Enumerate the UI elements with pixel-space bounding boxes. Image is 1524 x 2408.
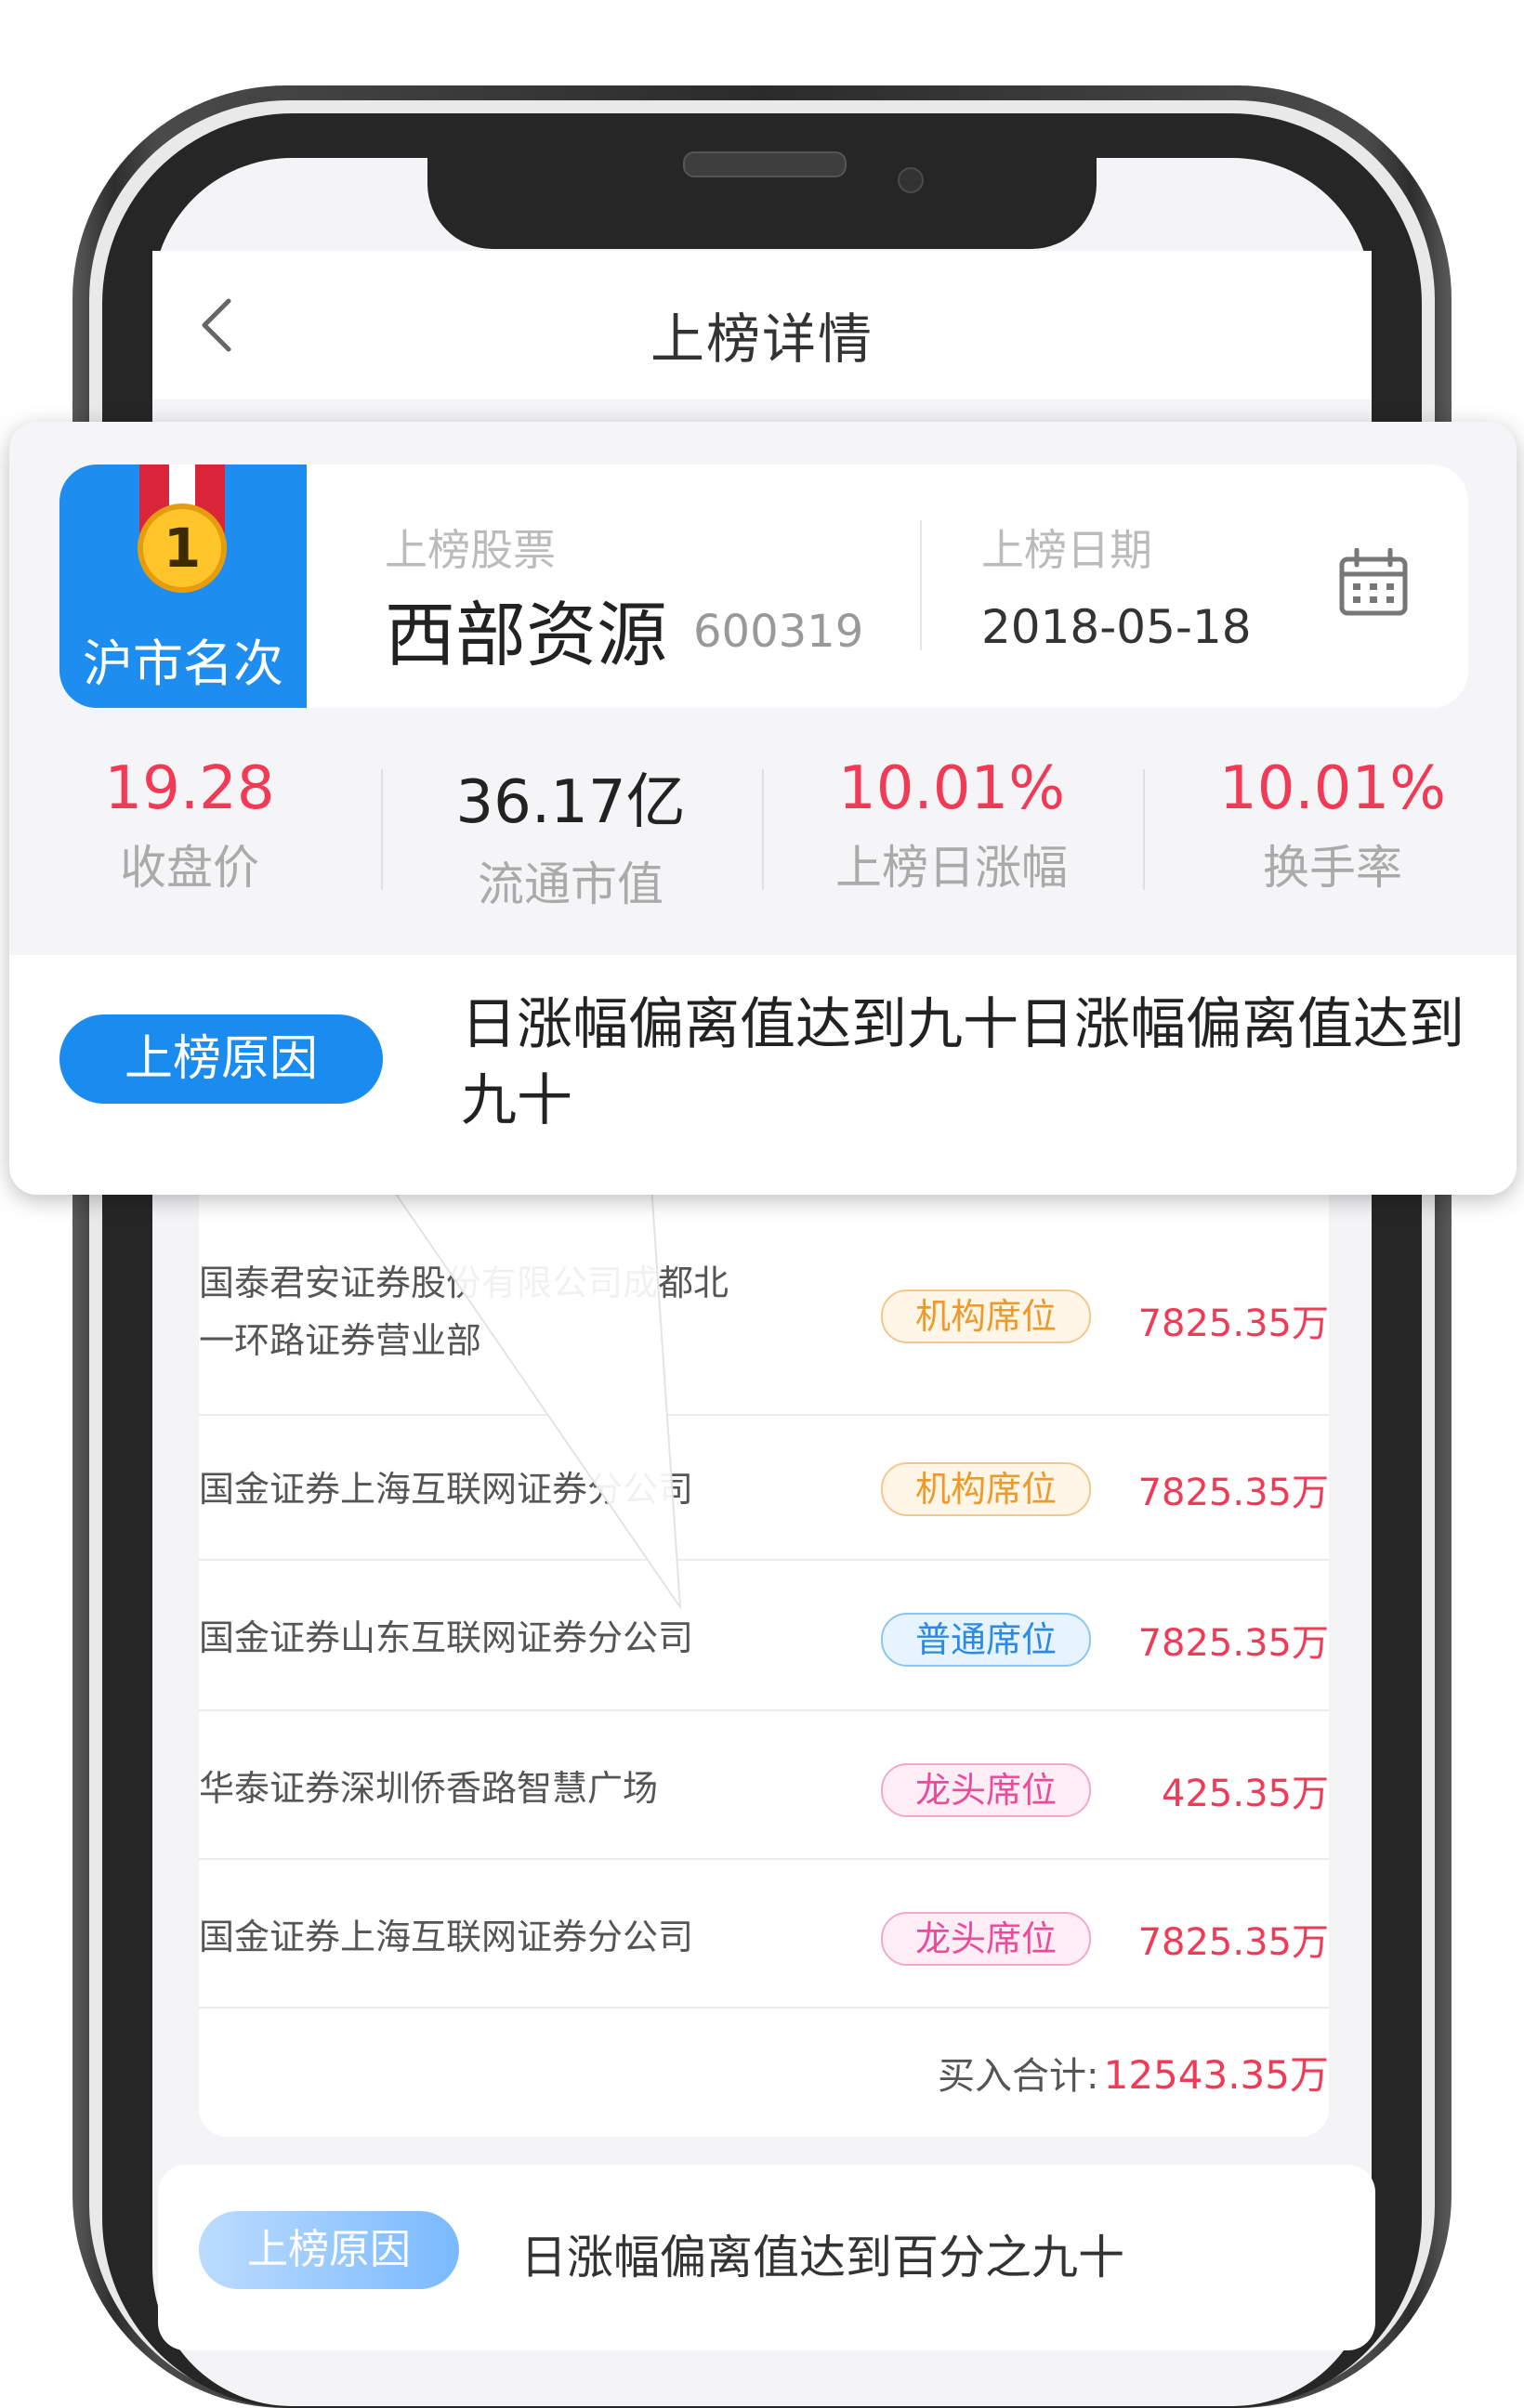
- stock-code: 600319: [693, 606, 864, 658]
- reason-text: 日涨幅偏离值达到九十日涨幅偏离值达到九十: [461, 992, 1465, 1133]
- seat-list: 国泰君安证券股份有限公司成都北 一环路证券营业部 机构席位 7825.35万 国…: [199, 1152, 1329, 2137]
- reason-text-2: 日涨幅偏离值达到百分之九十: [520, 2231, 1124, 2284]
- seat-amount: 7825.35万: [1137, 1302, 1329, 1345]
- stock-label: 上榜股票: [385, 525, 556, 575]
- stat-day-change: 10.01% 上榜日涨幅: [775, 754, 1128, 897]
- seat-tag: 普通席位: [881, 1613, 1091, 1667]
- stat-value: 36.17亿: [455, 768, 686, 837]
- list-item[interactable]: 华泰证券深圳侨香路智慧广场 龙头席位 425.35万: [199, 1711, 1329, 1860]
- stat-close-price: 19.28 收盘价: [13, 754, 366, 897]
- stat-label: 收盘价: [120, 841, 259, 895]
- stat-value: 10.01%: [837, 754, 1066, 823]
- seat-name: 国金证券山东互联网证券分公司: [199, 1617, 694, 1658]
- list-item[interactable]: 国金证券上海互联网证券分公司 机构席位 7825.35万: [199, 1416, 1329, 1564]
- stock-name: 西部资源: [385, 594, 667, 676]
- front-camera: [898, 167, 924, 193]
- medal-icon: 1: [138, 504, 227, 593]
- callout-pointer: [381, 1172, 682, 1609]
- page-title: 上榜详情: [650, 308, 874, 371]
- stat-market-cap: 36.17亿 流通市值: [394, 754, 747, 914]
- seat-amount: 7825.35万: [1137, 1622, 1329, 1665]
- list-item[interactable]: 国金证券山东互联网证券分公司 普通席位 7825.35万: [199, 1561, 1329, 1709]
- stat-value: 10.01%: [1218, 754, 1447, 823]
- total-value: 12543.35万: [1103, 2052, 1329, 2098]
- seat-amount: 7825.35万: [1137, 1472, 1329, 1514]
- reason-pill[interactable]: 上榜原因: [59, 1014, 383, 1104]
- seat-tag: 龙头席位: [881, 1763, 1091, 1817]
- stat-value: 19.28: [104, 754, 275, 823]
- divider: [381, 769, 383, 890]
- seat-name: 国金证券上海互联网证券分公司: [199, 1917, 694, 1957]
- speaker-grille: [683, 151, 847, 177]
- seat-tag: 机构席位: [881, 1289, 1091, 1343]
- divider: [199, 2007, 1329, 2009]
- total-label: 买入合计:: [938, 2055, 1099, 2098]
- rank-label: 沪市名次: [83, 635, 283, 693]
- stat-turnover: 10.01% 换手率: [1156, 754, 1509, 897]
- buy-total: 买入合计: 12543.35万: [199, 2044, 1329, 2109]
- stat-label: 换手率: [1263, 841, 1402, 895]
- reason-pill-2[interactable]: 上榜原因: [199, 2211, 459, 2289]
- seat-name: 华泰证券深圳侨香路智慧广场: [199, 1768, 659, 1809]
- calendar-icon[interactable]: [1338, 548, 1409, 619]
- seat-tag: 龙头席位: [881, 1912, 1091, 1966]
- seat-amount: 7825.35万: [1137, 1921, 1329, 1964]
- stat-label: 上榜日涨幅: [835, 841, 1068, 895]
- seat-tag: 机构席位: [881, 1462, 1091, 1516]
- divider: [1143, 769, 1145, 890]
- list-item[interactable]: 国泰君安证券股份有限公司成都北 一环路证券营业部 机构席位 7825.35万: [199, 1245, 1329, 1394]
- list-item[interactable]: 国金证券上海互联网证券分公司 龙头席位 7825.35万: [199, 1860, 1329, 2009]
- date-value: 2018-05-18: [981, 600, 1252, 654]
- chevron-left-icon[interactable]: [195, 295, 236, 355]
- divider: [762, 769, 764, 890]
- stat-label: 流通市值: [478, 857, 663, 911]
- seat-amount: 425.35万: [1162, 1773, 1329, 1815]
- divider: [920, 520, 922, 650]
- date-label: 上榜日期: [981, 525, 1152, 575]
